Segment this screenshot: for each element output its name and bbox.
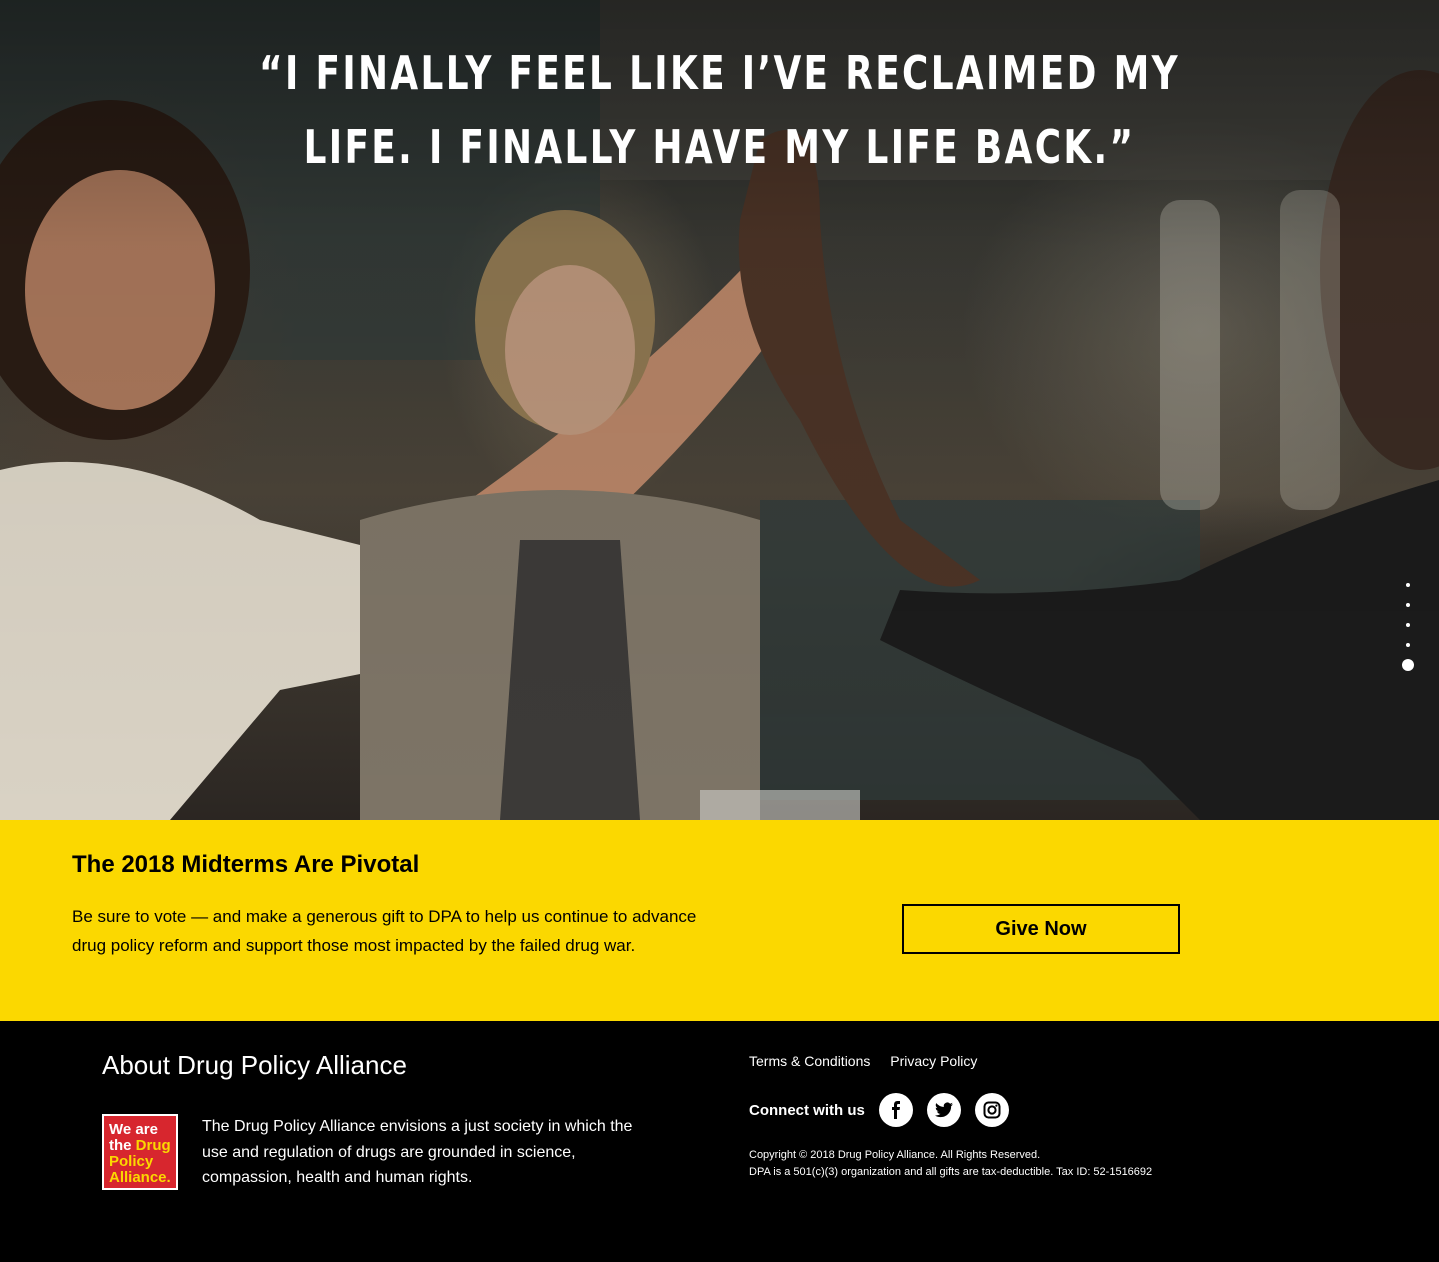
about-title: About Drug Policy Alliance — [102, 1050, 407, 1080]
logo-line-2a: the — [109, 1137, 136, 1154]
privacy-link[interactable]: Privacy Policy — [890, 1053, 977, 1069]
about-text: The Drug Policy Alliance envisions a jus… — [202, 1118, 633, 1186]
legal-links: Terms & Conditions Privacy Policy — [749, 1053, 993, 1069]
facebook-icon[interactable] — [878, 1093, 913, 1127]
copyright-block: Copyright © 2018 Drug Policy Alliance. A… — [749, 1147, 1152, 1181]
terms-link[interactable]: Terms & Conditions — [749, 1053, 870, 1069]
give-now-button[interactable]: Give Now — [902, 904, 1180, 954]
logo-line-1: We are — [109, 1121, 158, 1138]
hero-quote: “I FINALLY FEEL LIKE I’VE RECLAIMED MY L… — [259, 46, 1180, 174]
slide-dot-5-active[interactable] — [1402, 659, 1414, 671]
logo-line-2b: Drug — [135, 1137, 171, 1154]
banner-body: Be sure to vote — and make a generous gi… — [72, 907, 697, 955]
donate-banner: The 2018 Midterms Are Pivotal Be sure to… — [0, 820, 1439, 1021]
hero-section: “I FINALLY FEEL LIKE I’VE RECLAIMED MY L… — [0, 0, 1439, 820]
slide-dot-1[interactable] — [1406, 583, 1410, 587]
copyright-line: Copyright © 2018 Drug Policy Alliance. A… — [749, 1149, 1041, 1161]
instagram-icon[interactable] — [974, 1093, 1009, 1127]
logo-line-4: Alliance. — [109, 1169, 171, 1186]
tax-id-line: DPA is a 501(c)(3) organization and all … — [749, 1166, 1153, 1178]
site-footer: About Drug Policy Alliance We are the Dr… — [0, 1021, 1439, 1262]
slide-dot-3[interactable] — [1406, 623, 1410, 627]
dpa-logo[interactable]: We are the Drug Policy Alliance. — [102, 1114, 178, 1190]
slide-dot-4[interactable] — [1406, 643, 1410, 647]
slide-dot-2[interactable] — [1406, 603, 1410, 607]
social-connect: Connect with us — [749, 1093, 1023, 1127]
connect-label: Connect with us — [749, 1101, 865, 1119]
twitter-icon[interactable] — [926, 1093, 961, 1127]
slider-pagination — [1400, 583, 1416, 687]
banner-title: The 2018 Midterms Are Pivotal — [72, 851, 420, 878]
logo-line-3: Policy — [109, 1153, 154, 1170]
